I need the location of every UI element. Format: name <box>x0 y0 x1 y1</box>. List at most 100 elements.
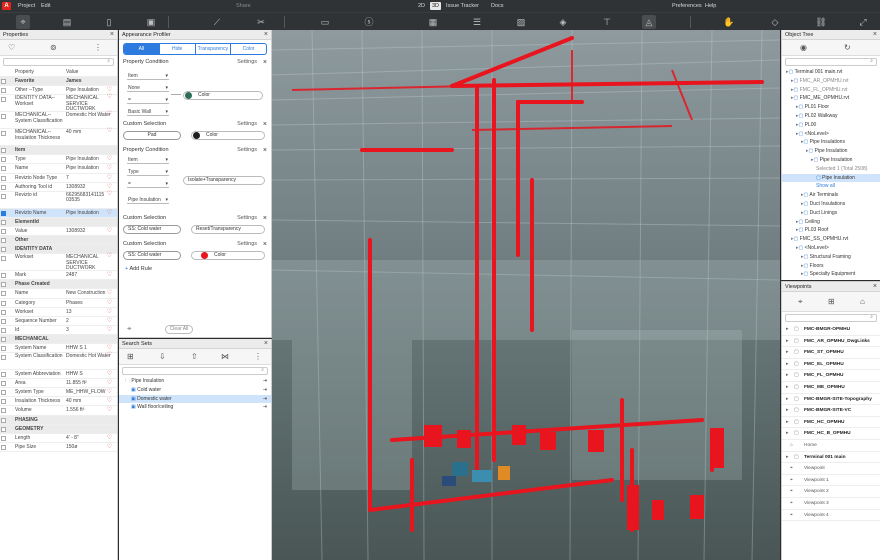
property-row[interactable]: Id 3 ♡ <box>0 326 117 335</box>
close-icon[interactable]: × <box>264 339 268 349</box>
expand-chevron-icon[interactable]: ▸ <box>786 452 788 464</box>
close-icon[interactable]: × <box>264 30 268 40</box>
tree-node[interactable]: ▸▢ <NoLevel> <box>782 244 880 253</box>
menu-preferences[interactable]: Preferences <box>672 3 702 9</box>
viewpoint-row[interactable]: ▸ ▢ FMC_HC_B_OPMHU <box>782 428 880 440</box>
close-icon[interactable]: × <box>110 30 114 40</box>
property-row[interactable]: Workset MECHANICAL SERVICE DUCTWORK ♡ <box>0 253 117 272</box>
document-icon[interactable]: ☰ <box>470 15 484 29</box>
viewpoint-row[interactable]: ▸ ▢ FMC_AR_OPMHU_DwgLinks <box>782 336 880 348</box>
close-icon[interactable]: × <box>873 282 877 292</box>
heart-icon[interactable]: ♡ <box>107 289 112 298</box>
eye-icon[interactable]: ◉ <box>800 43 807 52</box>
heart-icon[interactable]: ♡ <box>107 317 112 326</box>
tree-node[interactable]: Selected 1 (Total 2508) <box>782 165 880 174</box>
expand-chevron-icon[interactable]: ▸ <box>786 336 788 348</box>
checkbox[interactable] <box>1 114 6 120</box>
heart-icon[interactable]: ♡ <box>107 406 112 415</box>
action-isolate-select[interactable]: Isolate+Transparency <box>183 176 265 185</box>
heart-icon[interactable]: ♡ <box>107 308 112 317</box>
heart-icon[interactable]: ♡ <box>107 370 112 379</box>
object-tree-search-input[interactable]: ⌕ <box>785 58 877 66</box>
close-icon[interactable]: × <box>263 214 267 223</box>
heart-icon[interactable]: ♡ <box>8 43 15 52</box>
property-group[interactable]: PHASING <box>0 415 117 425</box>
tab-transparency[interactable]: Transparency <box>196 44 232 54</box>
tree-node[interactable]: ▸▢ Terminal 001 main.rvt <box>782 68 880 77</box>
settings-dropdown[interactable]: Settings <box>237 214 257 223</box>
checkbox[interactable] <box>1 435 6 441</box>
expand-chevron-icon[interactable]: ▸ <box>786 417 788 429</box>
property-row[interactable]: System Type ME_HHW_FLOW ♡ <box>0 388 117 398</box>
view-2d-toggle[interactable]: 2D <box>418 3 425 9</box>
property-row[interactable]: Authoring Tool id 1308932 ♡ <box>0 183 117 192</box>
hand-icon[interactable]: ✋ <box>722 15 736 29</box>
properties-search-input[interactable]: ⌕ <box>3 58 114 66</box>
viewpoint-row[interactable]: ▸ ▢ FMC-BMGR-OPMHU <box>782 324 880 336</box>
home-icon[interactable]: ⌂ <box>860 297 865 306</box>
tree-node[interactable]: ▸▢ Pipe Insulation <box>782 156 880 165</box>
heart-icon[interactable]: ♡ <box>107 128 112 135</box>
property-row[interactable]: MECHANICAL--System Classification Domesti… <box>0 111 117 130</box>
checkbox[interactable] <box>1 247 6 253</box>
property-row[interactable]: IDENTITY DATA--Workset MECHANICAL SERVICE… <box>0 94 117 113</box>
property-row[interactable]: System Abbreviation HHW S ♡ <box>0 370 117 380</box>
tree-node[interactable]: Show all <box>782 182 880 191</box>
checkbox[interactable] <box>1 228 6 234</box>
clear-all-button[interactable]: Clear All <box>165 325 193 334</box>
menu-edit[interactable]: Edit <box>41 3 50 9</box>
property-row[interactable]: System Classification Domestic Hot Water ♡ <box>0 352 117 371</box>
tree-node[interactable]: ▸▢ Pipe Insulation <box>782 147 880 156</box>
checkbox[interactable] <box>1 444 6 450</box>
search-set-item[interactable]: ▣ Wall floor/ceiling ⇥ <box>119 403 271 412</box>
tab-color[interactable]: Color <box>231 44 266 54</box>
fullscreen-icon[interactable]: ⤢ <box>856 15 870 29</box>
tree-node[interactable]: ▸▢ Duct Linings <box>782 209 880 218</box>
target-icon[interactable]: ⊚ <box>50 43 57 52</box>
checkbox[interactable] <box>1 355 6 361</box>
screen-add-icon[interactable]: ▭ <box>318 15 332 29</box>
property-row[interactable]: Value 1308932 ♡ <box>0 227 117 237</box>
property-row[interactable]: Mark 2487 ♡ <box>0 271 117 281</box>
eraser-icon[interactable]: ◇ <box>768 15 782 29</box>
property-row[interactable]: Area 11.855 ft² ♡ <box>0 379 117 389</box>
location-pin-icon[interactable]: ⌖ <box>127 324 132 334</box>
property-row[interactable]: Revizto Node Type 7 ♡ <box>0 174 117 183</box>
checkbox[interactable] <box>1 157 6 163</box>
tab-hide[interactable]: Hide <box>160 44 196 54</box>
property-group[interactable]: ElementId <box>0 217 117 227</box>
expand-chevron-icon[interactable]: ▸ <box>786 394 788 406</box>
property-row[interactable]: Other --Type Pipe Insulation ♡ <box>0 86 117 96</box>
search-set-selection[interactable]: SS: Cold water <box>123 225 181 234</box>
checkbox[interactable] <box>1 184 6 190</box>
menu-help[interactable]: Help <box>705 3 716 9</box>
app-logo[interactable]: A <box>2 2 11 10</box>
property-row[interactable]: Revizto id 66295683141115 03535 ♡ <box>0 191 117 209</box>
gallery-icon[interactable]: ▦ <box>426 15 440 29</box>
property-row[interactable]: Name Pipe Insulation ♡ <box>0 164 117 174</box>
checkbox[interactable] <box>1 291 6 297</box>
heart-icon[interactable]: ♡ <box>107 111 112 118</box>
paint-bucket-icon[interactable]: ◬ <box>642 15 656 29</box>
viewpoint-row[interactable]: ▸ ▢ FMC_FL_OPMHU <box>782 370 880 382</box>
none-select[interactable]: None <box>127 84 169 92</box>
viewpoint-row[interactable]: ⌖ Viewpoint <box>782 463 880 475</box>
checkbox[interactable] <box>1 345 6 351</box>
property-row[interactable]: Type Pipe Insulation ♡ <box>0 155 117 165</box>
action-reset-select[interactable]: Reset/Transparency <box>191 225 265 234</box>
tree-node[interactable]: ▸▢ Duct Insulations <box>782 200 880 209</box>
image-icon[interactable]: ▨ <box>514 15 528 29</box>
more-icon[interactable]: ⋮ <box>254 352 262 361</box>
download-icon[interactable]: ⇩ <box>159 352 166 361</box>
view-3d-toggle[interactable]: 3D <box>430 2 442 10</box>
layers-icon[interactable]: ◈ <box>556 15 570 29</box>
close-icon[interactable]: × <box>263 58 267 67</box>
settings-dropdown[interactable]: Settings <box>237 58 257 67</box>
viewpoint-row[interactable]: ▸ ▢ FMC_ST_OPMHU <box>782 347 880 359</box>
checkbox[interactable] <box>1 372 6 378</box>
close-icon[interactable]: × <box>263 146 267 155</box>
menu-issue-tracker[interactable]: Issue Tracker <box>446 3 479 9</box>
value-select[interactable]: Pipe Insulation <box>127 196 169 204</box>
expand-chevron-icon[interactable]: ▸ <box>786 347 788 359</box>
checkbox[interactable] <box>1 300 6 306</box>
